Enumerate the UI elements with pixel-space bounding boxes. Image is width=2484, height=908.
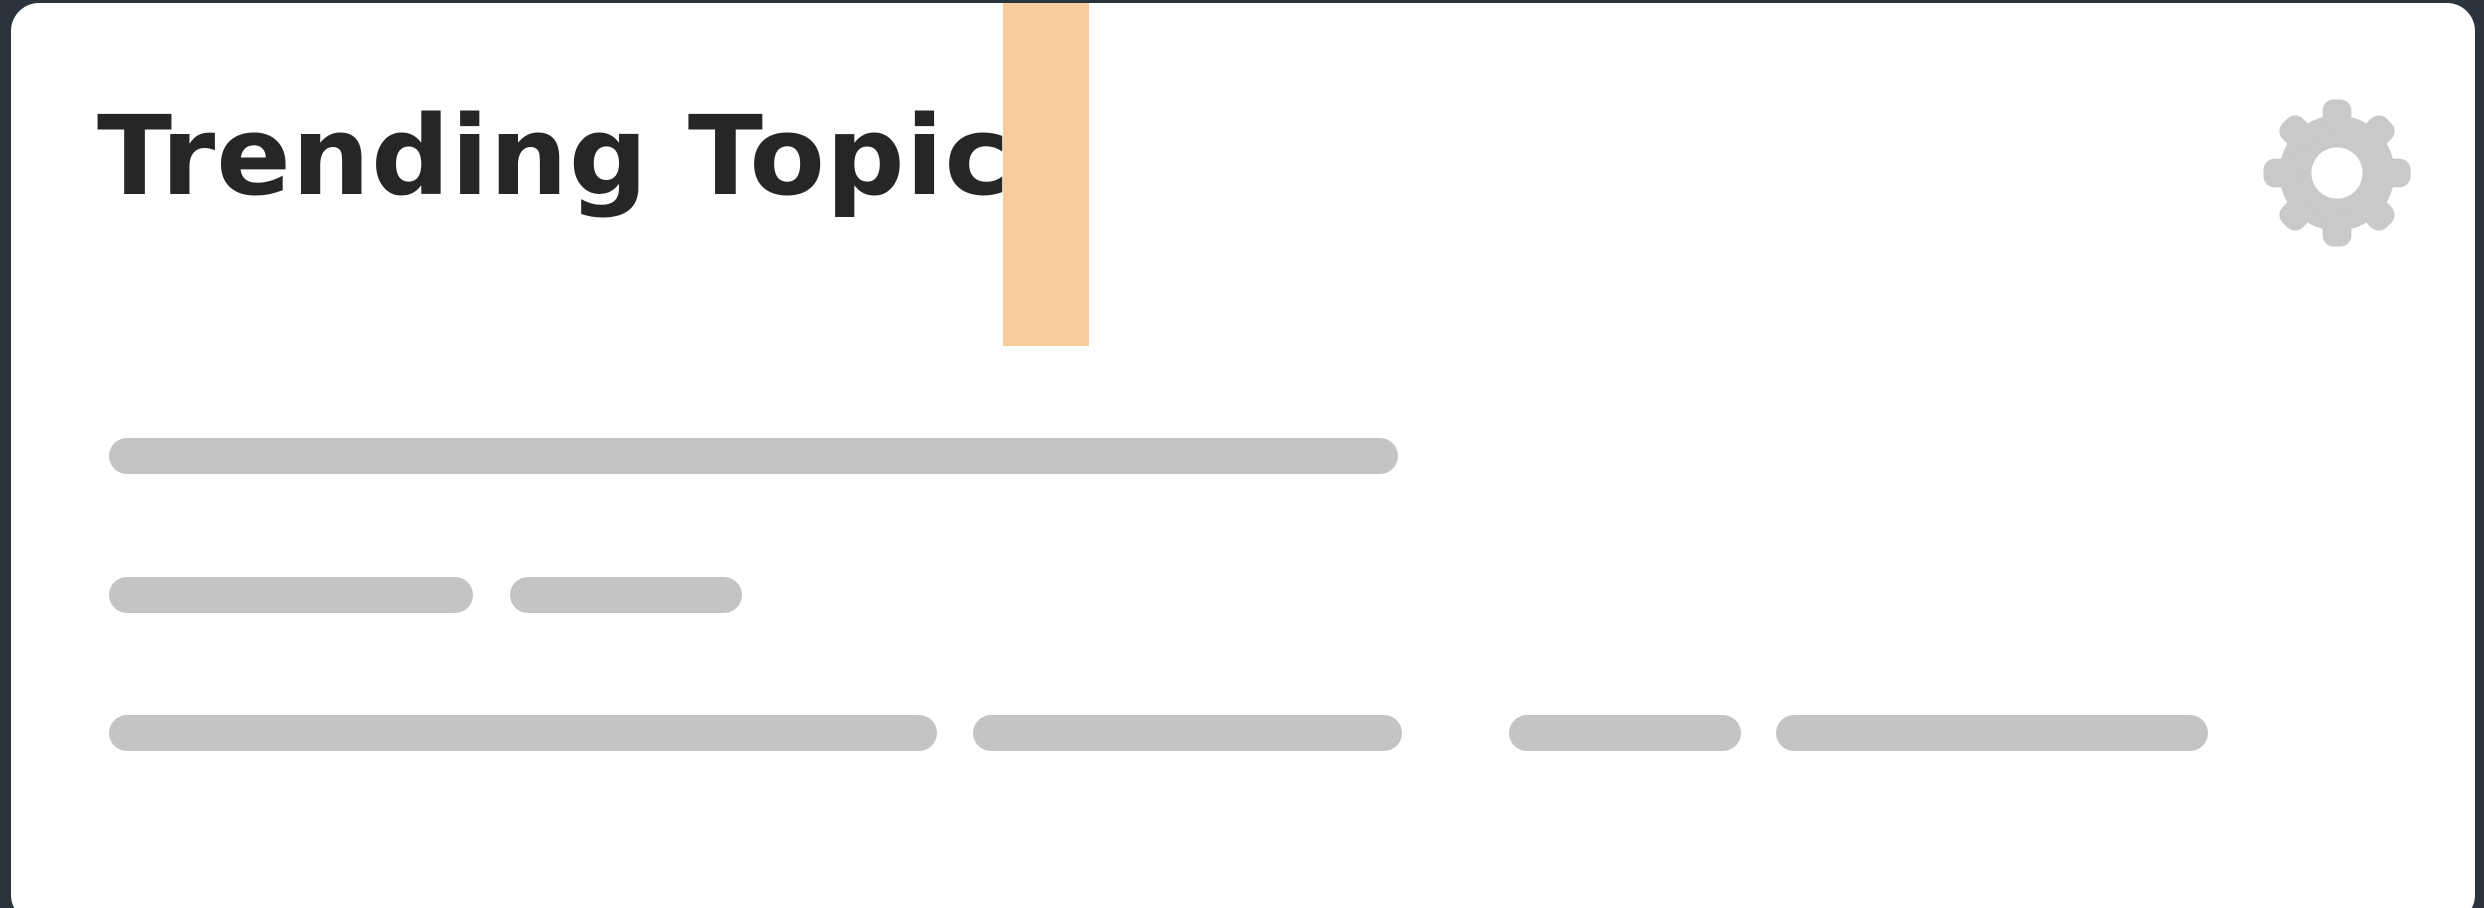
- skeleton-line: [1509, 715, 1741, 751]
- skeleton-line: [973, 715, 1402, 751]
- trending-topics-card: Trending Topics: [11, 3, 2475, 908]
- highlight-bar: [1003, 3, 1089, 346]
- skeleton-line: [109, 438, 1398, 474]
- skeleton-line: [109, 715, 937, 751]
- skeleton-line: [1776, 715, 2208, 751]
- skeleton-line: [109, 577, 473, 613]
- gear-icon: [2263, 99, 2411, 247]
- card-title: Trending Topics: [97, 92, 1078, 220]
- skeleton-line: [510, 577, 742, 613]
- settings-button[interactable]: [2257, 93, 2417, 253]
